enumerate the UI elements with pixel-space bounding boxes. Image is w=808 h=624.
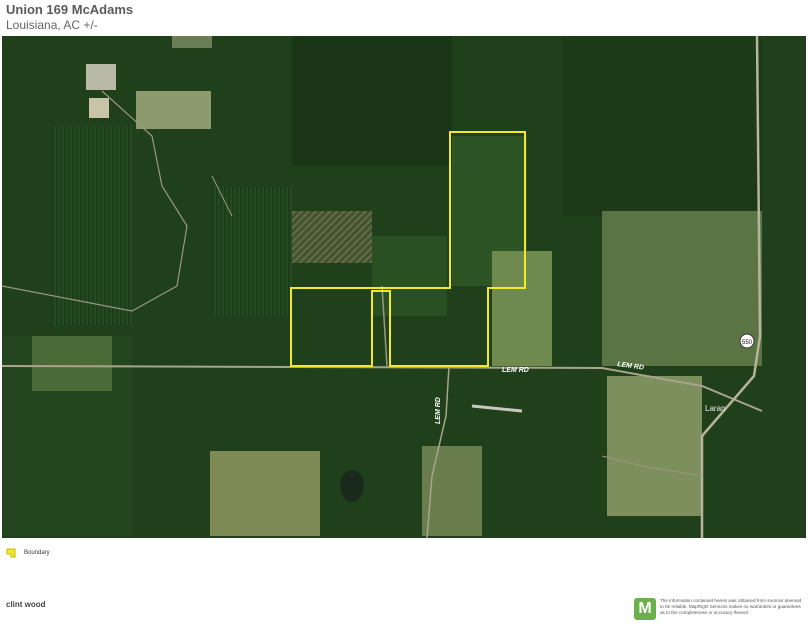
map-subtitle: Louisiana, AC +/-: [6, 18, 98, 32]
legend-label: Boundary: [24, 550, 50, 556]
well-pad: [86, 64, 116, 90]
pad-site: [89, 98, 109, 118]
boundary-swatch-icon: [6, 548, 16, 558]
pasture: [32, 336, 112, 391]
pasture: [492, 251, 552, 366]
map-title: Union 169 McAdams: [6, 2, 134, 17]
highway-shield: 550: [739, 333, 755, 349]
mapright-logo: M: [634, 598, 656, 620]
road-label-lem-rd: LEM RD: [435, 397, 442, 424]
pasture: [607, 376, 702, 516]
legend: Boundary: [6, 548, 50, 558]
pasture: [602, 211, 762, 366]
pasture: [210, 451, 320, 536]
disclaimer-text: The information contained herein was obt…: [660, 598, 802, 615]
author-name: clint wood: [6, 600, 46, 609]
plantation-block: [52, 126, 132, 326]
map-canvas: LEM RD LEM RD LEM RD 550 Laran: [2, 36, 806, 538]
svg-text:550: 550: [742, 340, 753, 346]
road-label-lem-rd: LEM RD: [502, 367, 529, 374]
satellite-map[interactable]: LEM RD LEM RD LEM RD 550 Laran 0 1000 20…: [2, 36, 806, 538]
plantation-block: [212, 186, 292, 316]
pond: [340, 470, 364, 502]
town-label: Laran: [705, 404, 725, 413]
cut-area: [292, 211, 372, 263]
clearing: [136, 91, 211, 129]
